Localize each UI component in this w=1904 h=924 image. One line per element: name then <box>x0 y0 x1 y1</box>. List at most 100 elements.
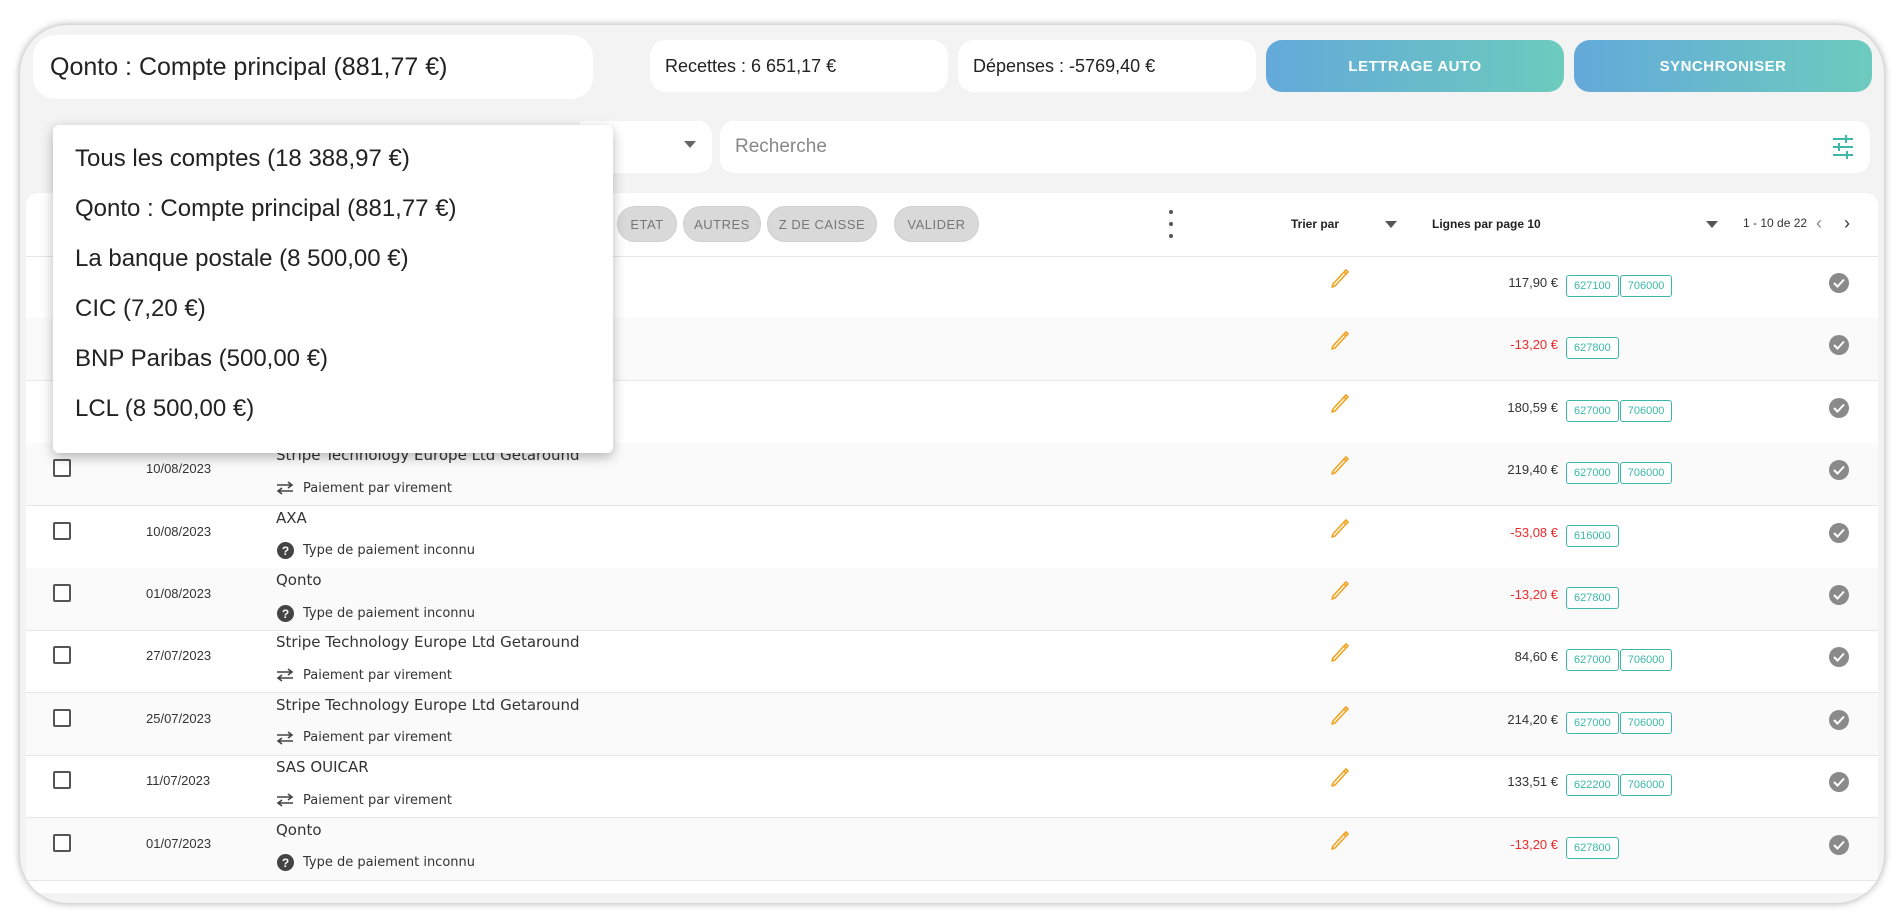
table-row[interactable]: 10/08/2023 AXA? Type de paiement inconnu -5… <box>26 506 1878 569</box>
account-code-tag[interactable]: 706000 <box>1619 275 1673 297</box>
sort-dropdown-icon[interactable] <box>1385 221 1397 228</box>
question-icon: ? <box>276 604 294 622</box>
row-account-tags: 627800 <box>1566 587 1620 609</box>
rows-per-page-label: Lignes par page 10 <box>1432 217 1541 231</box>
account-code-tag[interactable]: 706000 <box>1619 774 1673 797</box>
previous-page-icon[interactable]: ‹ <box>1816 213 1822 234</box>
table-row[interactable]: 01/08/2023 Qonto? Type de paiement inconnu… <box>26 568 1878 631</box>
account-option-all[interactable]: Tous les comptes (18 388,97 €) <box>75 145 410 173</box>
caret-down-icon <box>684 141 696 148</box>
account-code-tag[interactable]: 627800 <box>1566 836 1619 859</box>
next-page-icon[interactable]: › <box>1844 213 1850 234</box>
row-payment-type-label: Paiement par virement <box>303 792 453 808</box>
table-row[interactable]: 27/07/2023 Stripe Technology Europe Ltd G… <box>26 630 1878 694</box>
row-label: Stripe Technology Europe Ltd Getaround <box>276 633 580 652</box>
sort-label: Trier par <box>1291 217 1340 231</box>
transfer-icon <box>276 729 294 747</box>
row-date: 25/07/2023 <box>146 710 212 726</box>
table-row[interactable]: 01/07/2023 Qonto? Type de paiement inconnu… <box>26 817 1878 881</box>
edit-pencil-icon[interactable] <box>1329 516 1349 543</box>
row-amount: -13,20 € <box>1510 836 1558 852</box>
row-amount: 180,59 € <box>1507 399 1558 415</box>
edit-pencil-icon[interactable] <box>1329 578 1349 605</box>
account-code-tag[interactable]: 627800 <box>1566 337 1619 360</box>
chip-valider[interactable]: VALIDER <box>894 206 979 242</box>
row-payment-type-label: Type de paiement inconnu <box>303 855 476 871</box>
account-code-tag[interactable]: 622200 <box>1566 774 1619 797</box>
edit-pencil-icon[interactable] <box>1329 703 1349 730</box>
account-code-tag[interactable]: 616000 <box>1566 524 1619 547</box>
row-checkbox[interactable] <box>53 646 71 665</box>
account-option-banque-postale[interactable]: La banque postale (8 500,00 €) <box>75 245 409 273</box>
account-code-tag[interactable]: 706000 <box>1619 462 1673 485</box>
validated-check-icon[interactable] <box>1829 647 1849 668</box>
row-label: SAS OUICAR <box>276 758 369 777</box>
chip-autres[interactable]: AUTRES <box>683 206 761 242</box>
row-label: Qonto <box>276 571 322 589</box>
account-code-tag[interactable]: 627000 <box>1566 649 1619 672</box>
edit-pencil-icon[interactable] <box>1329 828 1349 855</box>
row-payment-type: ? Type de paiement inconnu <box>276 542 475 560</box>
row-amount: -13,20 € <box>1510 587 1558 602</box>
filter-settings-icon[interactable] <box>1832 135 1854 165</box>
transfer-icon <box>276 791 294 809</box>
row-amount: 133,51 € <box>1507 774 1558 790</box>
row-date: 11/07/2023 <box>146 773 211 789</box>
validated-check-icon[interactable] <box>1829 709 1849 730</box>
depenses-summary: Dépenses : -5769,40 € <box>958 40 1256 92</box>
row-account-tags: 627100 706000 <box>1566 275 1673 297</box>
validated-check-icon[interactable] <box>1829 273 1849 293</box>
row-checkbox[interactable] <box>53 833 71 852</box>
account-code-tag[interactable]: 627000 <box>1566 711 1619 734</box>
account-option-qonto[interactable]: Qonto : Compte principal (881,77 €) <box>75 195 457 223</box>
account-code-tag[interactable]: 706000 <box>1619 399 1673 422</box>
row-payment-type: Paiement par virement <box>276 479 452 497</box>
account-select[interactable]: Qonto : Compte principal (881,77 €) <box>33 35 593 99</box>
row-account-tags: 627000 706000 <box>1566 399 1673 422</box>
row-checkbox[interactable] <box>53 459 71 478</box>
validated-check-icon[interactable] <box>1829 335 1849 356</box>
more-options-icon[interactable] <box>1168 210 1174 238</box>
table-row[interactable]: 25/07/2023 Stripe Technology Europe Ltd G… <box>26 692 1878 756</box>
edit-pencil-icon[interactable] <box>1329 640 1349 667</box>
row-account-tags: 622200 706000 <box>1566 774 1673 797</box>
validated-check-icon[interactable] <box>1829 522 1849 543</box>
edit-pencil-icon[interactable] <box>1329 391 1349 418</box>
validated-check-icon[interactable] <box>1829 397 1849 418</box>
edit-pencil-icon[interactable] <box>1329 266 1349 293</box>
validated-check-icon[interactable] <box>1829 772 1849 793</box>
row-checkbox[interactable] <box>53 521 71 540</box>
row-amount: -53,08 € <box>1510 524 1558 540</box>
validated-check-icon[interactable] <box>1829 460 1849 481</box>
row-checkbox[interactable] <box>53 708 71 727</box>
chip-etat[interactable]: ETAT <box>617 206 677 242</box>
validated-check-icon[interactable] <box>1829 834 1849 855</box>
edit-pencil-icon[interactable] <box>1329 453 1349 480</box>
account-option-lcl[interactable]: LCL (8 500,00 €) <box>75 395 254 423</box>
edit-pencil-icon[interactable] <box>1329 765 1349 792</box>
edit-pencil-icon[interactable] <box>1329 328 1349 355</box>
account-code-tag[interactable]: 627800 <box>1566 587 1619 609</box>
account-option-cic[interactable]: CIC (7,20 €) <box>75 295 206 323</box>
account-option-bnp[interactable]: BNP Paribas (500,00 €) <box>75 345 328 373</box>
account-code-tag[interactable]: 627000 <box>1566 399 1619 422</box>
row-date: 01/08/2023 <box>146 586 212 601</box>
rows-per-page-dropdown-icon[interactable] <box>1706 221 1718 228</box>
account-code-tag[interactable]: 627100 <box>1566 275 1619 297</box>
pagination-info: 1 - 10 de 22 <box>1743 216 1808 230</box>
row-payment-type: ? Type de paiement inconnu <box>276 854 475 872</box>
validated-check-icon[interactable] <box>1829 585 1849 605</box>
search-field[interactable]: Recherche <box>720 121 1870 173</box>
row-checkbox[interactable] <box>53 584 71 602</box>
lettrage-auto-button[interactable]: LETTRAGE AUTO <box>1266 40 1564 92</box>
row-checkbox[interactable] <box>53 771 71 790</box>
synchroniser-button[interactable]: SYNCHRONISER <box>1574 40 1872 92</box>
row-amount: 219,40 € <box>1507 462 1558 478</box>
chip-z-de-caisse[interactable]: Z DE CAISSE <box>767 206 877 242</box>
table-row[interactable]: 11/07/2023 SAS OUICAR Paiement par viremen… <box>26 755 1878 819</box>
account-code-tag[interactable]: 706000 <box>1619 649 1673 672</box>
row-payment-type: Paiement par virement <box>276 729 452 747</box>
account-code-tag[interactable]: 706000 <box>1619 711 1673 734</box>
question-icon: ? <box>276 542 294 560</box>
account-code-tag[interactable]: 627000 <box>1566 462 1619 485</box>
